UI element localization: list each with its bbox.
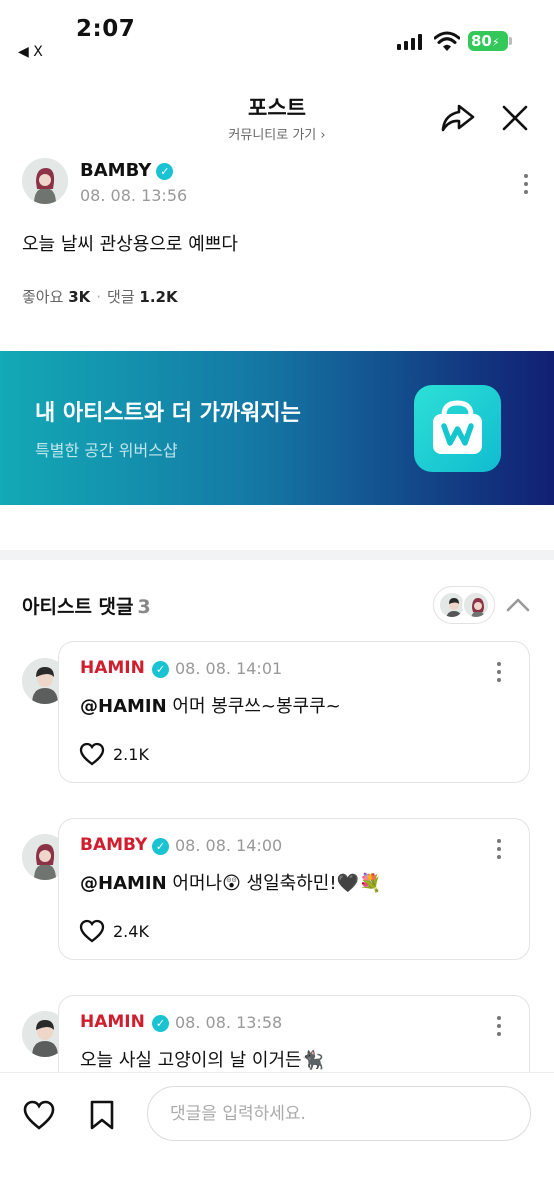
comment-author-name[interactable]: BAMBY [80,835,147,855]
likes-count[interactable]: 3K [68,288,90,306]
comment-text: 오늘 사실 고양이의 날 이거든🐈‍⬛ [80,1046,324,1072]
verified-icon: ✓ [152,1015,169,1032]
post-body: 오늘 날씨 관상용으로 예쁘다 [22,234,238,255]
status-time: 2:07 [76,16,136,42]
post-author[interactable]: BAMBY ✓ [80,160,174,181]
post-stats: 좋아요 3K · 댓글 1.2K [22,288,178,306]
likes-label: 좋아요 [22,288,64,306]
artist-avatar-stack[interactable] [433,586,495,624]
weverse-shop-banner[interactable]: 내 아티스트와 더 가까워지는 특별한 공간 위버스샵 [0,351,554,505]
comment-date: 08. 08. 14:01 [175,659,283,678]
heart-icon[interactable] [22,1099,56,1131]
comment-like-count: 2.1K [113,744,149,764]
bottom-action-bar [0,1072,554,1200]
comments-label: 댓글 [107,288,135,306]
comment-message: 어머나😲 생일축하민!🖤💐 [166,873,382,894]
heart-icon [79,742,105,766]
cellular-signal-icon [397,34,423,50]
more-options-icon[interactable] [512,172,540,202]
comment-card: BAMBY ✓ 08. 08. 14:00 @HAMIN 어머나😲 생일축하민!… [58,818,530,960]
section-divider [0,550,554,560]
post-date: 08. 08. 13:56 [80,186,188,205]
artist-comments-label: 아티스트 댓글 [22,596,134,618]
verified-icon: ✓ [152,661,169,678]
battery-level: 80 [471,32,492,50]
comment-author-name[interactable]: HAMIN [80,1012,145,1032]
comment-message: 오늘 사실 고양이의 날 이거든🐈‍⬛ [80,1050,325,1071]
verified-icon: ✓ [156,163,174,180]
heart-icon [79,919,105,943]
mention-link[interactable]: @HAMIN [80,873,167,894]
comment-date: 08. 08. 13:58 [175,1013,283,1032]
comment-like-button[interactable]: 2.1K [79,740,149,768]
comment-message: 어머 봉쿠쓰~봉쿠쿠~ [166,696,341,717]
back-to-app-link[interactable]: ◀ X [18,44,43,60]
comments-count[interactable]: 1.2K [139,288,177,306]
status-bar: 2:07 ◀ X 80⚡ [0,0,554,70]
comment-input[interactable] [147,1086,531,1141]
comment-author-name[interactable]: HAMIN [80,658,145,678]
comment-text: @HAMIN 어머 봉쿠쓰~봉쿠쿠~ [80,692,341,718]
more-options-icon[interactable] [489,1014,509,1038]
avatar[interactable] [22,158,68,204]
more-options-icon[interactable] [489,660,509,684]
artist-comments-title: 아티스트 댓글 3 [22,592,151,619]
share-icon[interactable] [438,100,478,136]
banner-title: 내 아티스트와 더 가까워지는 [35,401,301,426]
verified-icon: ✓ [152,838,169,855]
banner-subtitle: 특별한 공간 위버스샵 [35,441,178,460]
battery-icon: 80⚡ [468,31,512,51]
close-icon[interactable] [497,100,533,136]
artist-comments-count: 3 [137,596,151,618]
comment-date: 08. 08. 14:00 [175,836,283,855]
avatar [462,591,490,619]
bookmark-icon[interactable] [88,1099,116,1131]
shopping-bag-icon [414,385,501,472]
comment-card: HAMIN ✓ 08. 08. 14:01 @HAMIN 어머 봉쿠쓰~봉쿠쿠~… [58,641,530,783]
chevron-up-icon[interactable] [503,592,533,618]
comment-like-count: 2.4K [113,921,149,941]
wifi-icon [434,31,460,51]
post-author-name: BAMBY [80,160,152,181]
comment-text: @HAMIN 어머나😲 생일축하민!🖤💐 [80,869,381,895]
mention-link[interactable]: @HAMIN [80,696,167,717]
more-options-icon[interactable] [489,837,509,861]
comment-like-button[interactable]: 2.4K [79,917,149,945]
